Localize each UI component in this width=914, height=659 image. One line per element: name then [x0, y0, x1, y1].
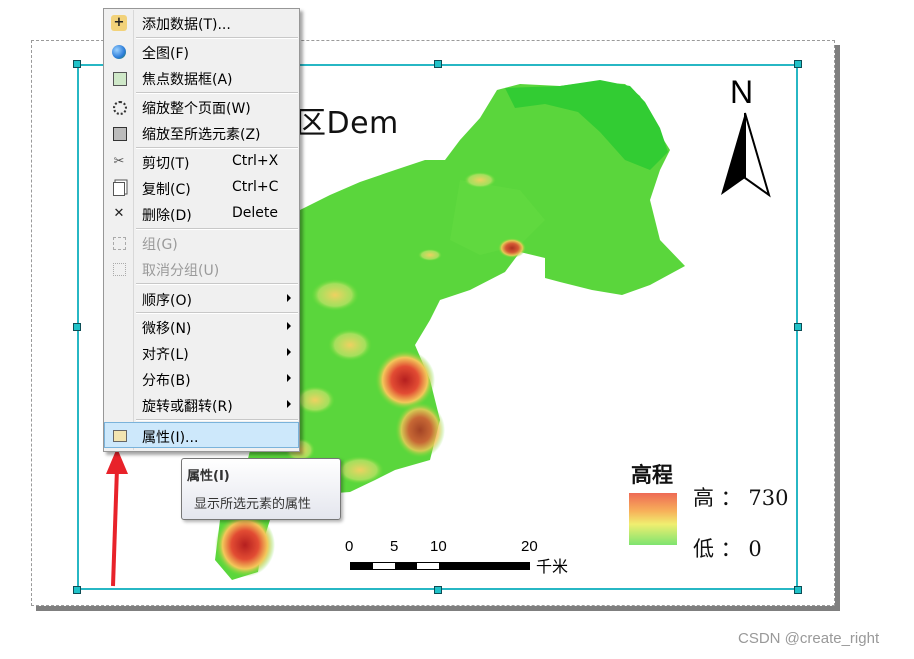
- menu-item-label: 组(G): [142, 237, 178, 253]
- zoom-selected-icon: [113, 127, 127, 141]
- menu-item-label: 全图(F): [142, 46, 189, 62]
- resize-handle-n[interactable]: [434, 60, 442, 68]
- resize-handle-s[interactable]: [434, 586, 442, 594]
- menu-item-label: 复制(C): [142, 182, 191, 198]
- menu-item-label: 添加数据(T)...: [142, 17, 231, 33]
- menu-item-label: 焦点数据框(A): [142, 72, 233, 88]
- legend-high-label: 高 ： 730: [693, 486, 789, 510]
- legend-low-label: 低 ： 0: [693, 537, 762, 561]
- resize-handle-ne[interactable]: [794, 60, 802, 68]
- menu-item-properties[interactable]: 属性(I)...: [104, 422, 299, 448]
- legend-color-ramp: [629, 493, 677, 545]
- submenu-arrow-icon: [287, 294, 291, 302]
- menu-item-copy[interactable]: 复制(C) Ctrl+C: [104, 176, 299, 200]
- resize-handle-w[interactable]: [73, 323, 81, 331]
- resize-handle-se[interactable]: [794, 586, 802, 594]
- tooltip-title: 属性(I): [187, 469, 230, 484]
- menu-separator: [136, 312, 298, 314]
- properties-icon: [113, 430, 127, 442]
- submenu-arrow-icon: [287, 374, 291, 382]
- submenu-arrow-icon: [287, 400, 291, 408]
- scale-tick-10: 10: [430, 538, 447, 555]
- menu-item-label: 缩放整个页面(W): [142, 101, 251, 117]
- group-icon: [113, 237, 126, 250]
- menu-separator: [136, 283, 298, 285]
- menu-separator: [136, 37, 298, 39]
- scale-tick-0: 0: [345, 538, 354, 555]
- menu-separator: [136, 228, 298, 230]
- submenu-arrow-icon: [287, 348, 291, 356]
- scale-bar: [350, 562, 530, 570]
- properties-tooltip: 属性(I) 显示所选元素的属性: [181, 458, 341, 520]
- menu-separator: [136, 147, 298, 149]
- menu-separator: [136, 92, 298, 94]
- menu-separator: [136, 419, 298, 421]
- resize-handle-sw[interactable]: [73, 586, 81, 594]
- menu-item-ungroup[interactable]: 取消分组(U): [104, 257, 299, 281]
- tooltip-description: 显示所选元素的属性: [194, 497, 312, 512]
- menu-item-shortcut: Delete: [232, 205, 278, 221]
- menu-item-label: 分布(B): [142, 373, 191, 389]
- menu-item-label: 删除(D): [142, 208, 192, 224]
- ungroup-icon: [113, 263, 126, 276]
- scale-tick-5: 5: [390, 538, 399, 555]
- copy-icon: [113, 182, 125, 196]
- globe-icon: [112, 45, 126, 59]
- focus-frame-icon: [113, 72, 127, 86]
- resize-handle-e[interactable]: [794, 323, 802, 331]
- menu-item-full-extent[interactable]: 全图(F): [104, 40, 299, 64]
- zoom-page-icon: [113, 101, 127, 115]
- legend-title: 高程: [631, 462, 673, 487]
- resize-handle-nw[interactable]: [73, 60, 81, 68]
- menu-item-shortcut: Ctrl+C: [232, 179, 279, 195]
- scissors-icon: ✂: [113, 154, 125, 169]
- menu-item-label: 对齐(L): [142, 347, 189, 363]
- menu-item-order[interactable]: 顺序(O): [104, 287, 299, 311]
- menu-item-distribute[interactable]: 分布(B): [104, 367, 299, 391]
- menu-item-rotate-flip[interactable]: 旋转或翻转(R): [104, 393, 299, 417]
- menu-item-shortcut: Ctrl+X: [232, 153, 279, 169]
- menu-item-nudge[interactable]: 微移(N): [104, 315, 299, 339]
- menu-item-delete[interactable]: ✕ 删除(D) Delete: [104, 202, 299, 226]
- scale-unit: 千米: [536, 557, 569, 576]
- map-title[interactable]: 区Dem: [296, 98, 399, 142]
- menu-item-label: 微移(N): [142, 321, 192, 337]
- menu-item-zoom-whole-page[interactable]: 缩放整个页面(W): [104, 95, 299, 119]
- menu-item-label: 剪切(T): [142, 156, 190, 172]
- menu-item-label: 缩放至所选元素(Z): [142, 127, 261, 143]
- watermark: CSDN @create_right: [738, 630, 880, 647]
- context-menu: + 添加数据(T)... 全图(F) 焦点数据框(A) 缩放整个页面(W) 缩放…: [103, 8, 300, 452]
- submenu-arrow-icon: [287, 322, 291, 330]
- menu-item-group[interactable]: 组(G): [104, 231, 299, 255]
- menu-item-cut[interactable]: ✂ 剪切(T) Ctrl+X: [104, 150, 299, 174]
- delete-icon: ✕: [113, 206, 125, 221]
- menu-item-align[interactable]: 对齐(L): [104, 341, 299, 365]
- menu-item-label: 取消分组(U): [142, 263, 220, 279]
- north-label: N: [730, 74, 754, 110]
- menu-item-zoom-to-selected[interactable]: 缩放至所选元素(Z): [104, 121, 299, 145]
- menu-item-label: 顺序(O): [142, 293, 192, 309]
- menu-item-focus-data-frame[interactable]: 焦点数据框(A): [104, 66, 299, 90]
- menu-item-add-data[interactable]: + 添加数据(T)...: [104, 11, 299, 35]
- menu-item-label: 属性(I)...: [142, 430, 199, 446]
- add-data-icon: +: [111, 15, 127, 31]
- menu-item-label: 旋转或翻转(R): [142, 399, 233, 415]
